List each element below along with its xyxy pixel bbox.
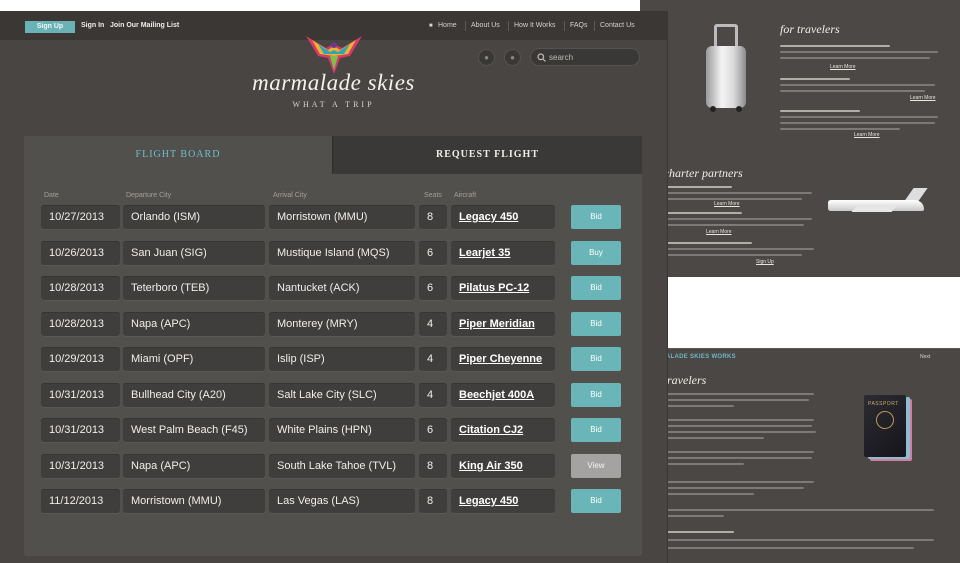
arrival-city-cell: Mustique Island (MQS) [269, 241, 415, 265]
seats-cell: 8 [419, 489, 447, 513]
mailing-list-link[interactable]: Join Our Mailing List [110, 22, 179, 29]
tab-flight-board[interactable]: FLIGHT BOARD [24, 136, 332, 174]
departure-city-cell: Morristown (MMU) [123, 489, 265, 513]
aircraft-link[interactable]: Pilatus PC-12 [451, 276, 555, 300]
arrival-city-cell: Morristown (MMU) [269, 205, 415, 229]
private-jet-image [820, 186, 930, 222]
passport-image: PASSPORT [864, 395, 906, 457]
date-cell: 11/12/2013 [41, 489, 120, 513]
learn-more-link[interactable]: Learn More [714, 201, 740, 207]
seats-cell: 8 [419, 454, 447, 478]
brand-tagline: WHAT A TRIP [292, 100, 375, 109]
bid-button[interactable]: Bid [571, 489, 621, 513]
arrival-city-cell: Islip (ISP) [269, 347, 415, 371]
seats-cell: 4 [419, 347, 447, 371]
home-icon: ■ [429, 23, 433, 29]
column-header-arrival: Arrival City [273, 192, 307, 199]
bid-button[interactable]: Bid [571, 312, 621, 336]
how-it-works-panel: r travelers [640, 348, 960, 563]
arrival-city-cell: Monterey (MRY) [269, 312, 415, 336]
arrival-city-cell: Salt Lake City (SLC) [269, 383, 415, 407]
departure-city-cell: West Palm Beach (F45) [123, 418, 265, 442]
next-link[interactable]: Next [920, 354, 930, 360]
learn-more-link[interactable]: Learn More [910, 95, 936, 101]
nav-how-it-works[interactable]: How It Works [514, 22, 556, 29]
twitter-icon[interactable]: ● [504, 49, 521, 66]
aircraft-link[interactable]: Citation CJ2 [451, 418, 555, 442]
departure-city-cell: Napa (APC) [123, 454, 265, 478]
seats-cell: 6 [419, 241, 447, 265]
charter-partners-heading: r charter partners [656, 166, 743, 180]
passport-label: PASSPORT [868, 401, 899, 407]
seats-cell: 4 [419, 383, 447, 407]
facebook-icon[interactable]: ● [478, 49, 495, 66]
seats-cell: 6 [419, 276, 447, 300]
aircraft-link[interactable]: Learjet 35 [451, 241, 555, 265]
nav-faqs[interactable]: FAQs [570, 22, 588, 29]
aircraft-link[interactable]: Legacy 450 [451, 205, 555, 229]
date-cell: 10/28/2013 [41, 276, 120, 300]
departure-city-cell: Orlando (ISM) [123, 205, 265, 229]
search-box[interactable] [530, 48, 640, 66]
bid-button[interactable]: Bid [571, 383, 621, 407]
arrival-city-cell: South Lake Tahoe (TVL) [269, 454, 415, 478]
departure-city-cell: San Juan (SIG) [123, 241, 265, 265]
nav-home[interactable]: Home [438, 22, 457, 29]
aircraft-link[interactable]: King Air 350 [451, 454, 555, 478]
learn-more-link[interactable]: Learn More [706, 229, 732, 235]
bid-button[interactable]: Bid [571, 418, 621, 442]
departure-city-cell: Miami (OPF) [123, 347, 265, 371]
seats-cell: 8 [419, 205, 447, 229]
bird-logo-icon [306, 36, 362, 74]
column-header-aircraft: Aircraft [454, 192, 477, 199]
arrival-city-cell: White Plains (HPN) [269, 418, 415, 442]
nav-about-us[interactable]: About Us [471, 22, 500, 29]
aircraft-link[interactable]: Beechjet 400A [451, 383, 555, 407]
search-input[interactable] [549, 51, 635, 63]
column-header-seats: Seats [424, 192, 442, 199]
search-icon [537, 53, 546, 62]
suitcase-image [700, 20, 748, 112]
for-travelers-panel: for travelers Learn More Learn More Lear… [640, 0, 960, 277]
aircraft-link[interactable]: Piper Meridian [451, 312, 555, 336]
seats-cell: 6 [419, 418, 447, 442]
column-header-date: Date [44, 192, 59, 199]
column-header-departure: Departure City [126, 192, 172, 199]
tab-request-flight[interactable]: REQUEST FLIGHT [332, 136, 642, 174]
date-cell: 10/26/2013 [41, 241, 120, 265]
bid-button[interactable]: Bid [571, 276, 621, 300]
date-cell: 10/31/2013 [41, 383, 120, 407]
date-cell: 10/31/2013 [41, 454, 120, 478]
nav-contact-us[interactable]: Contact Us [600, 22, 635, 29]
travelers-heading: for travelers [780, 22, 840, 36]
aircraft-link[interactable]: Piper Cheyenne [451, 347, 555, 371]
flight-board-page: Sign Up Sign In Join Our Mailing List ■ … [0, 12, 667, 563]
seats-cell: 4 [419, 312, 447, 336]
arrival-city-cell: Nantucket (ACK) [269, 276, 415, 300]
learn-more-link[interactable]: Learn More [830, 64, 856, 70]
date-cell: 10/28/2013 [41, 312, 120, 336]
sign-up-link[interactable]: Sign Up [756, 259, 774, 265]
learn-more-link[interactable]: Learn More [854, 132, 880, 138]
arrival-city-cell: Las Vegas (LAS) [269, 489, 415, 513]
sign-up-button[interactable]: Sign Up [25, 21, 75, 33]
date-cell: 10/31/2013 [41, 418, 120, 442]
departure-city-cell: Teterboro (TEB) [123, 276, 265, 300]
date-cell: 10/27/2013 [41, 205, 120, 229]
brand-name[interactable]: marmalade skies [246, 70, 421, 96]
aircraft-link[interactable]: Legacy 450 [451, 489, 555, 513]
buy-button[interactable]: Buy [571, 241, 621, 265]
view-button[interactable]: View [571, 454, 621, 478]
date-cell: 10/29/2013 [41, 347, 120, 371]
sign-in-link[interactable]: Sign In [81, 22, 104, 29]
bid-button[interactable]: Bid [571, 205, 621, 229]
departure-city-cell: Bullhead City (A20) [123, 383, 265, 407]
departure-city-cell: Napa (APC) [123, 312, 265, 336]
bid-button[interactable]: Bid [571, 347, 621, 371]
